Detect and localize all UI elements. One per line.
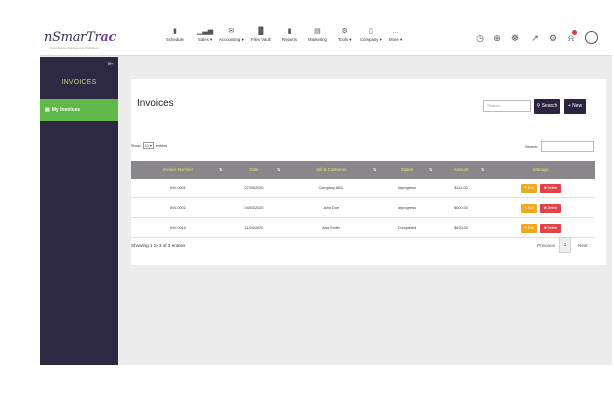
date-cell: 07/05/2020 [244,186,264,190]
column-header-status[interactable]: Status [379,161,435,179]
invoice-number-cell: INV-0002 [170,206,186,210]
table-row: INV-0001 07/05/2020 Company ABC Inprogre… [131,179,595,198]
date-cell: 04/03/2020 [244,206,264,210]
envelope-icon: ✉ [228,28,235,35]
sort-icon[interactable]: ⇅ [481,161,484,179]
add-circle-icon[interactable]: ⊕ [492,33,502,43]
sidebar-item-my-invoices[interactable]: ▤ My Invoices [40,99,118,121]
table-header: Invoice Number ⇅ Date ⇅ Job & Customer ⇅… [131,161,595,179]
table-info: Showing 1 to 3 of 3 entries [131,243,186,248]
top-navbar: nSmarTrac Field Service Management Softw… [40,22,612,56]
user-avatar-icon[interactable] [585,31,598,44]
gear-icon: ⚙ [341,28,348,35]
nav-sales[interactable]: ▁▃▅ Sales ▾ [197,27,213,43]
amount-cell: $500.00 [454,206,468,210]
collapse-icon[interactable]: ⇤ [108,60,114,68]
sidebar: ⇤ INVOICES ▤ My Invoices [40,57,118,365]
logo-tagline: Field Service Management Software [50,46,99,50]
sort-icon[interactable]: ⇅ [219,161,222,179]
edit-button[interactable]: ✎ Edit [521,224,537,233]
nav-reports[interactable]: ▮ Reports [282,27,297,42]
pagination-next[interactable]: Next [578,243,587,248]
search-button[interactable]: ⚲ Search [534,99,560,114]
column-header-job-customer[interactable]: Job & Customer [283,161,379,179]
table-search-label: Search: [525,145,539,149]
table-search-input[interactable] [541,141,594,152]
delete-button[interactable]: ✖ Delete [540,224,561,233]
sort-icon[interactable]: ⇅ [429,161,432,179]
trend-chart-icon[interactable]: ↗ [530,33,540,43]
show-entries-control: Show 10 ▾ entries [131,142,168,149]
chat-icon[interactable]: ☸ [510,33,520,43]
sort-icon[interactable]: ⇅ [373,161,376,179]
edit-button[interactable]: ✎ Edit [521,204,537,213]
delete-button[interactable]: ✖ Delete [540,184,561,193]
document-icon: ▤ [314,28,321,35]
amount-cell: $112.00 [454,186,468,190]
nav-files-vault[interactable]: ▐▌ Files Vault [251,27,271,42]
date-cell: 11/04/2020 [244,226,264,230]
more-icon: … [392,28,400,35]
status-cell: Inprogress [398,186,416,190]
table-row: INV-0010 11/04/2020 Ana Smith Completed … [131,219,595,238]
clock-icon[interactable]: ◷ [475,33,485,43]
amount-cell: $620.00 [454,226,468,230]
notification-badge [572,30,577,35]
edit-button[interactable]: ✎ Edit [521,184,537,193]
column-header-amount[interactable]: Amount [435,161,487,179]
column-header-invoice-number[interactable]: Invoice Number [131,161,225,179]
chart-icon: ▐▌ [255,28,266,35]
bar-chart-icon: ▁▃▅ [197,28,214,35]
table-row: INV-0002 04/03/2020 John Doe Inprogress … [131,199,595,218]
new-invoice-button[interactable]: + New [564,99,586,114]
delete-button[interactable]: ✖ Delete [540,204,561,213]
nav-more[interactable]: … More ▾ [389,27,402,43]
document-icon: ▤ [45,107,50,113]
customer-cell: John Doe [322,206,340,210]
nav-company[interactable]: ▯ Company ▾ [360,27,382,43]
invoice-number-cell: INV-0010 [170,226,186,230]
sidebar-title: INVOICES [61,79,97,86]
sort-icon[interactable]: ⇅ [277,161,280,179]
pagination-previous[interactable]: Previous [537,243,555,248]
settings-icon[interactable]: ⚙ [548,33,558,43]
nav-tools[interactable]: ⚙ Tools ▾ [338,27,351,43]
app-window: nSmarTrac Field Service Management Softw… [40,22,612,365]
app-logo[interactable]: nSmarTrac [44,30,116,45]
sidebar-item-label: My Invoices [51,107,81,113]
search-input[interactable]: Search... [483,100,531,112]
pagination-page-1[interactable]: 1 [559,237,571,253]
nav-accounting[interactable]: ✉ Accounting ▾ [219,27,244,43]
status-cell: Completed [397,226,417,230]
customer-cell: Company ABC [318,186,344,190]
phone-icon: ▯ [368,28,373,35]
bookmark-icon: ▮ [287,28,292,35]
nav-marketing[interactable]: ▤ Marketing [308,27,327,42]
invoice-number-cell: INV-0001 [170,186,186,190]
bookmark-icon: ▮ [173,28,177,35]
column-header-date[interactable]: Date [225,161,283,179]
entries-select[interactable]: 10 ▾ [142,142,154,149]
page-title: Invoices [137,98,174,109]
status-cell: Inprogress [398,206,416,210]
nav-schedule[interactable]: ▮ Schedule [166,27,184,42]
invoices-card: Invoices Search... ⚲ Search + New Show 1… [131,79,606,265]
customer-cell: Ana Smith [322,226,340,230]
column-header-manage: Manage [533,167,549,172]
